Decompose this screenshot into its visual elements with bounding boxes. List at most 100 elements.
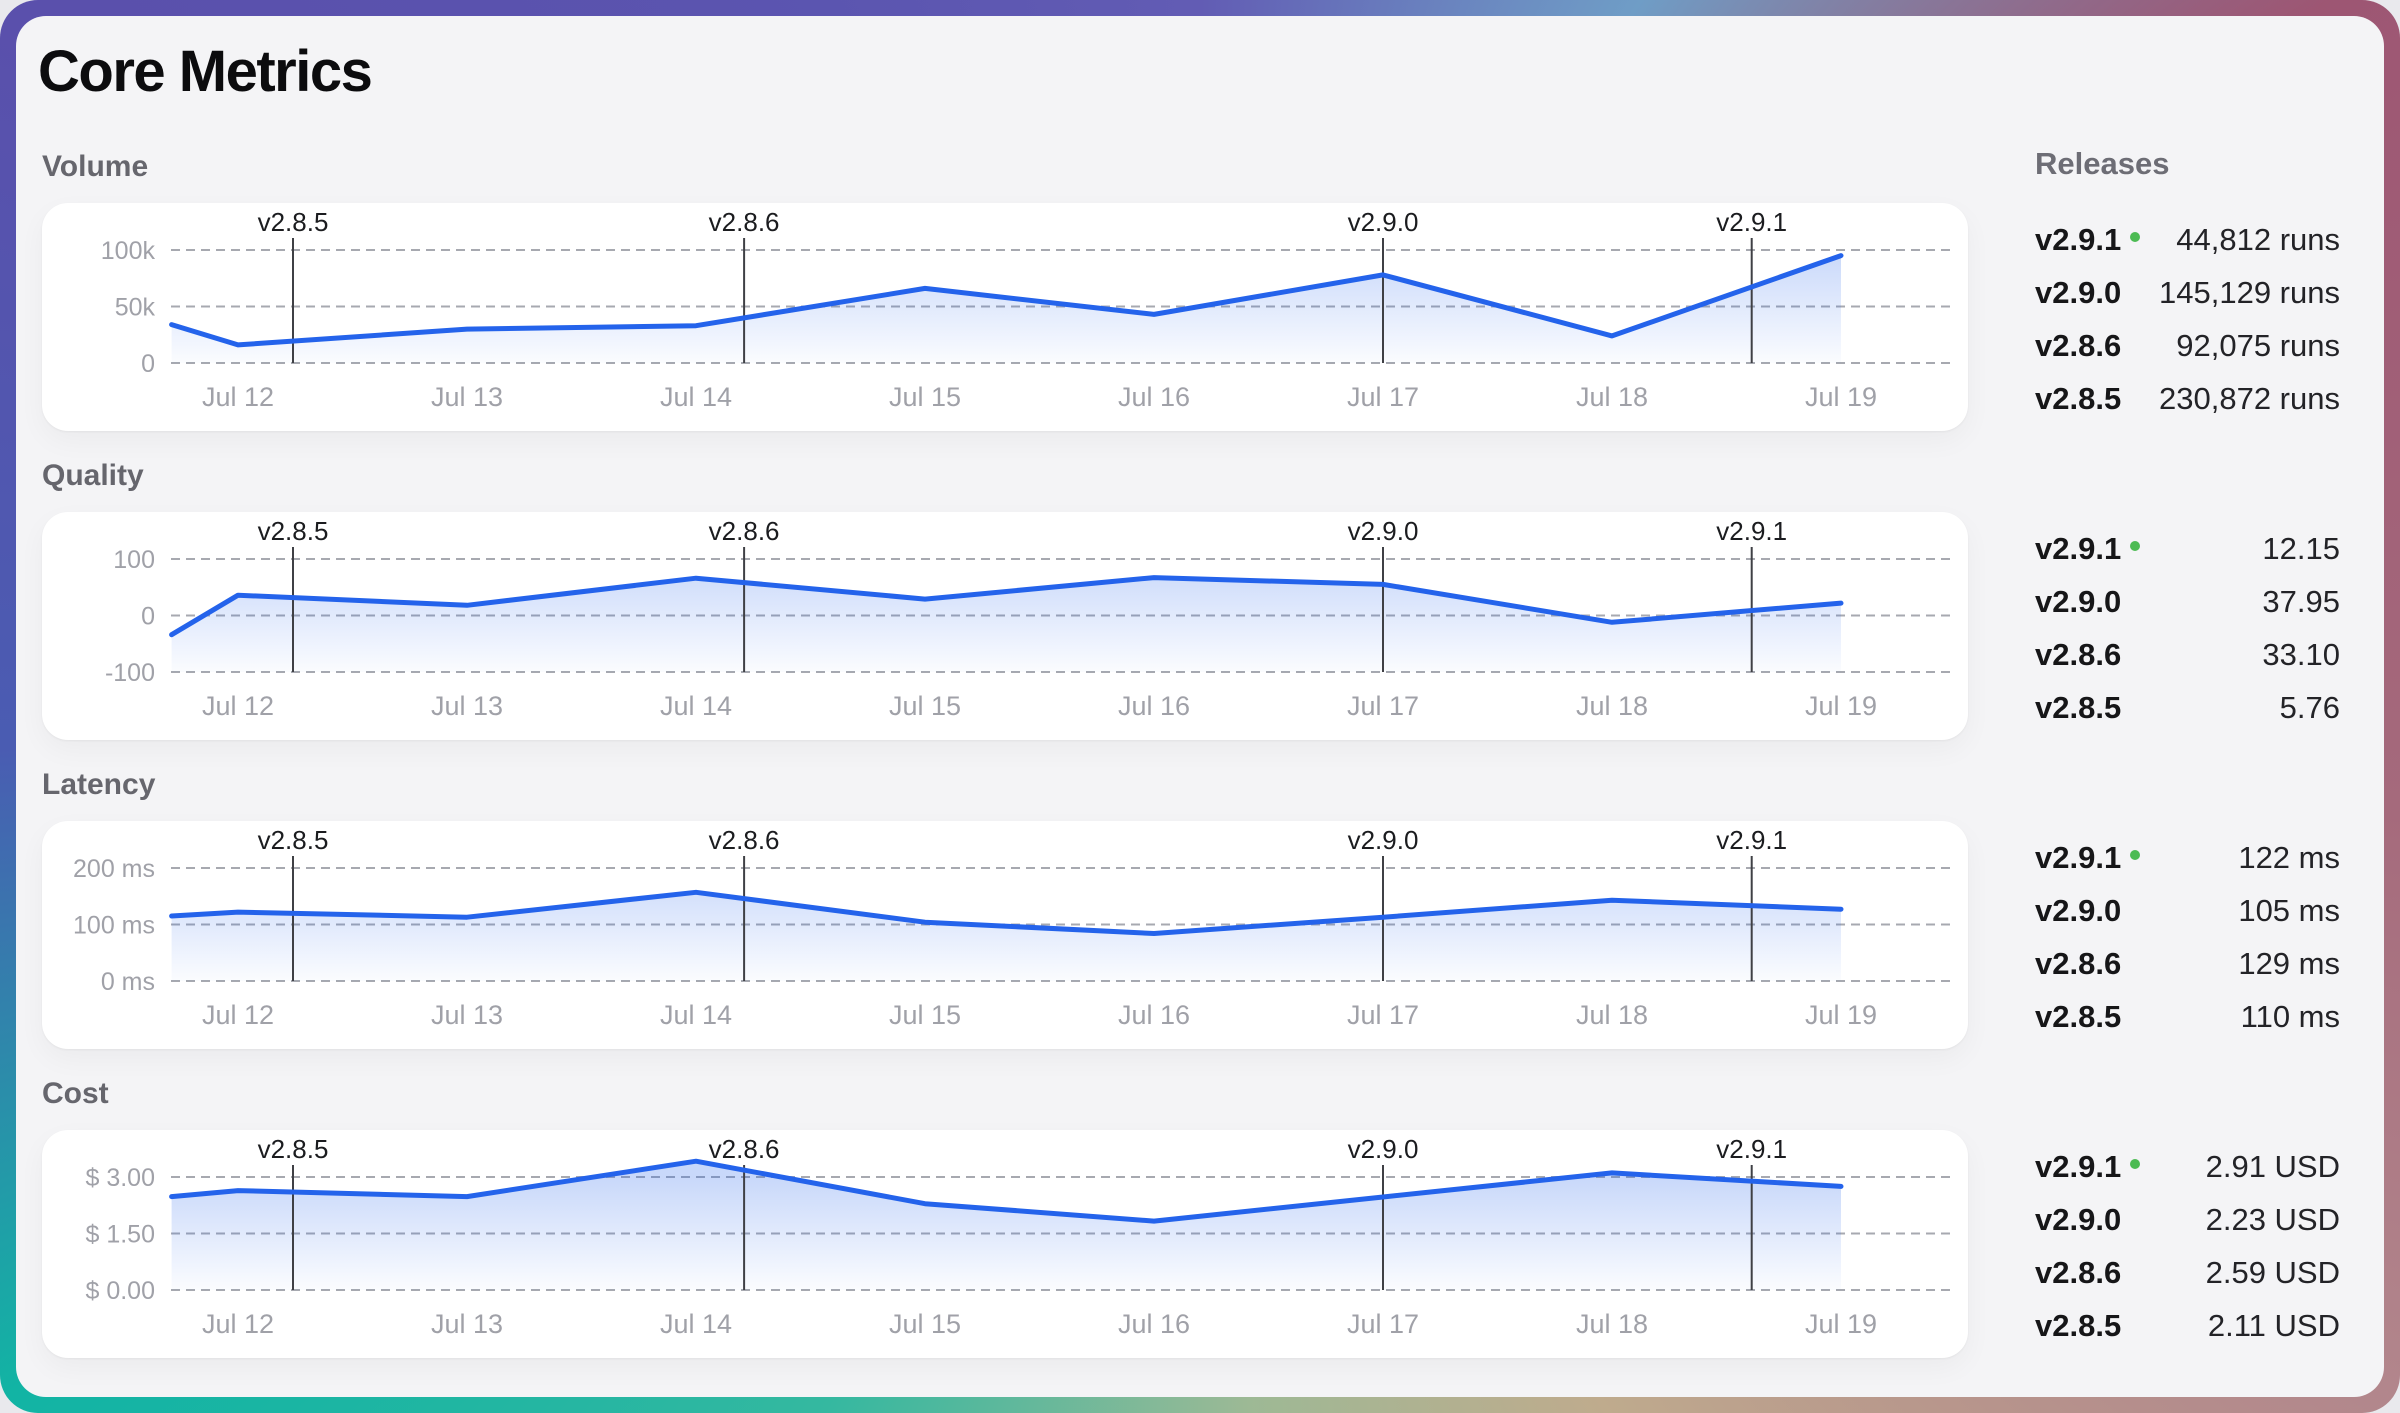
y-axis-tick: $ 0.00: [85, 1277, 155, 1305]
latency-chart[interactable]: 200 ms 100 ms 0 ms Jul 12 Jul 13 Jul 14 Jul 15…: [42, 821, 1968, 1049]
release-row: v2.9.037.95: [2035, 575, 2340, 628]
release-marker-label: v2.8.6: [709, 207, 780, 237]
section-label-latency: Latency: [42, 768, 155, 802]
release-row: v2.9.144,812 runs: [2035, 213, 2340, 266]
release-value: 2.91 USD: [2206, 1149, 2340, 1185]
release-version: v2.8.6: [2035, 1255, 2121, 1291]
release-version: v2.9.1: [2035, 222, 2140, 258]
x-axis-tick: Jul 14: [660, 1000, 732, 1030]
area-fill: [172, 892, 1841, 981]
release-marker-label: v2.9.1: [1716, 825, 1787, 855]
releases-group-latency: v2.9.1122 msv2.9.0105 msv2.8.6129 msv2.8…: [2035, 831, 2340, 1043]
quality-chart-panel[interactable]: 1000-100Jul 12Jul 13Jul 14Jul 15Jul 16Ju…: [42, 512, 1968, 740]
release-marker-label: v2.8.5: [258, 1134, 329, 1164]
release-value: 122 ms: [2238, 840, 2340, 876]
release-marker-label: v2.9.0: [1348, 207, 1419, 237]
release-marker-label: v2.9.0: [1348, 1134, 1419, 1164]
current-release-dot: [2130, 541, 2140, 551]
quality-chart[interactable]: 1000-100Jul 12Jul 13Jul 14Jul 15Jul 16Ju…: [42, 512, 1968, 740]
release-row: v2.8.5 110 ms: [2035, 990, 2340, 1043]
releases-group-volume: v2.9.144,812 runsv2.9.0145,129 runsv2.8.…: [2035, 213, 2340, 425]
x-axis-tick: Jul 12: [202, 382, 274, 412]
x-axis-tick: Jul 15: [889, 691, 961, 721]
release-row: v2.8.52.11 USD: [2035, 1299, 2340, 1352]
volume-chart[interactable]: 100k50k0Jul 12Jul 13Jul 14Jul 15Jul 16Ju…: [42, 203, 1968, 431]
y-axis-tick: 0 ms: [101, 968, 155, 996]
x-axis-tick: Jul 15: [889, 382, 961, 412]
release-value: 2.59 USD: [2206, 1255, 2340, 1291]
release-version: v2.8.5: [2035, 1308, 2121, 1344]
x-axis-tick: Jul 17: [1347, 1309, 1419, 1339]
x-axis-tick: Jul 13: [431, 382, 503, 412]
y-axis-tick: $ 3.00: [85, 1164, 155, 1192]
release-version: v2.8.5: [2035, 690, 2121, 726]
area-fill: [172, 1161, 1841, 1290]
x-axis-tick: Jul 12: [202, 1309, 274, 1339]
x-axis-tick: Jul 15: [889, 1309, 961, 1339]
x-axis-tick: Jul 18: [1576, 691, 1648, 721]
gradient-frame: Core Metrics Volume 100k50k0Jul 12Jul 13…: [0, 0, 2400, 1413]
current-release-dot: [2130, 232, 2140, 242]
release-value: 2.23 USD: [2206, 1202, 2340, 1238]
x-axis-tick: Jul 19: [1805, 1309, 1877, 1339]
x-axis-tick: Jul 18: [1576, 382, 1648, 412]
release-row: v2.9.112.15: [2035, 522, 2340, 575]
release-row: v2.8.6 92,075 runs: [2035, 319, 2340, 372]
x-axis-tick: Jul 13: [431, 691, 503, 721]
release-version: v2.8.6: [2035, 328, 2121, 364]
release-value: 92,075 runs: [2176, 328, 2340, 364]
x-axis-tick: Jul 14: [660, 1309, 732, 1339]
x-axis-tick: Jul 19: [1805, 1000, 1877, 1030]
x-axis-tick: Jul 17: [1347, 691, 1419, 721]
release-version: v2.9.0: [2035, 584, 2121, 620]
area-fill: [172, 256, 1841, 363]
dashboard-card: Core Metrics Volume 100k50k0Jul 12Jul 13…: [16, 16, 2384, 1397]
x-axis-tick: Jul 15: [889, 1000, 961, 1030]
release-row: v2.8.5230,872 runs: [2035, 372, 2340, 425]
release-version: v2.9.0: [2035, 1202, 2121, 1238]
release-row: v2.8.633.10: [2035, 628, 2340, 681]
y-axis-tick: -100: [105, 659, 155, 687]
release-version: v2.8.6: [2035, 637, 2121, 673]
current-release-dot: [2130, 1159, 2140, 1169]
release-value: 110 ms: [2241, 999, 2340, 1035]
release-value: 5.76: [2280, 690, 2340, 726]
latency-chart-panel[interactable]: 200 ms 100 ms 0 ms Jul 12 Jul 13 Jul 14 Jul 15…: [42, 821, 1968, 1049]
release-marker-label: v2.9.0: [1348, 825, 1419, 855]
volume-chart-panel[interactable]: 100k50k0Jul 12Jul 13Jul 14Jul 15Jul 16Ju…: [42, 203, 1968, 431]
release-marker-label: v2.9.1: [1716, 207, 1787, 237]
y-axis-tick: 100 ms: [73, 912, 155, 940]
x-axis-tick: Jul 13: [431, 1000, 503, 1030]
x-axis-tick: Jul 16: [1118, 1000, 1190, 1030]
x-axis-tick: Jul 17: [1347, 1000, 1419, 1030]
page-title: Core Metrics: [38, 38, 371, 105]
x-axis-tick: Jul 18: [1576, 1309, 1648, 1339]
release-marker-label: v2.8.5: [258, 516, 329, 546]
y-axis-tick: 200 ms: [73, 855, 155, 883]
cost-chart[interactable]: $ 3.00$ 1.50$ 0.00Jul 12Jul 13Jul 14Jul …: [42, 1130, 1968, 1358]
release-version: v2.8.5: [2035, 999, 2121, 1035]
x-axis-tick: Jul 14: [660, 691, 732, 721]
x-axis-tick: Jul 16: [1118, 382, 1190, 412]
x-axis-tick: Jul 18: [1576, 1000, 1648, 1030]
release-marker-label: v2.8.5: [258, 207, 329, 237]
y-axis-tick: 100k: [101, 237, 156, 265]
cost-chart-panel[interactable]: $ 3.00$ 1.50$ 0.00Jul 12Jul 13Jul 14Jul …: [42, 1130, 1968, 1358]
release-row: v2.9.0145,129 runs: [2035, 266, 2340, 319]
release-row: v2.8.6129 ms: [2035, 937, 2340, 990]
x-axis-tick: Jul 12: [202, 1000, 274, 1030]
release-value: 12.15: [2262, 531, 2340, 567]
x-axis-tick: Jul 17: [1347, 382, 1419, 412]
x-axis-tick: Jul 12: [202, 691, 274, 721]
release-value: 145,129 runs: [2159, 275, 2340, 311]
x-axis-tick: Jul 14: [660, 382, 732, 412]
x-axis-tick: Jul 19: [1805, 691, 1877, 721]
x-axis-tick: Jul 16: [1118, 691, 1190, 721]
releases-heading: Releases: [2035, 146, 2169, 182]
release-value: 129 ms: [2238, 946, 2340, 982]
release-marker-label: v2.8.5: [258, 825, 329, 855]
section-label-volume: Volume: [42, 150, 148, 184]
release-row: v2.8.6 2.59 USD: [2035, 1246, 2340, 1299]
release-marker-label: v2.9.0: [1348, 516, 1419, 546]
release-value: 105 ms: [2238, 893, 2340, 929]
